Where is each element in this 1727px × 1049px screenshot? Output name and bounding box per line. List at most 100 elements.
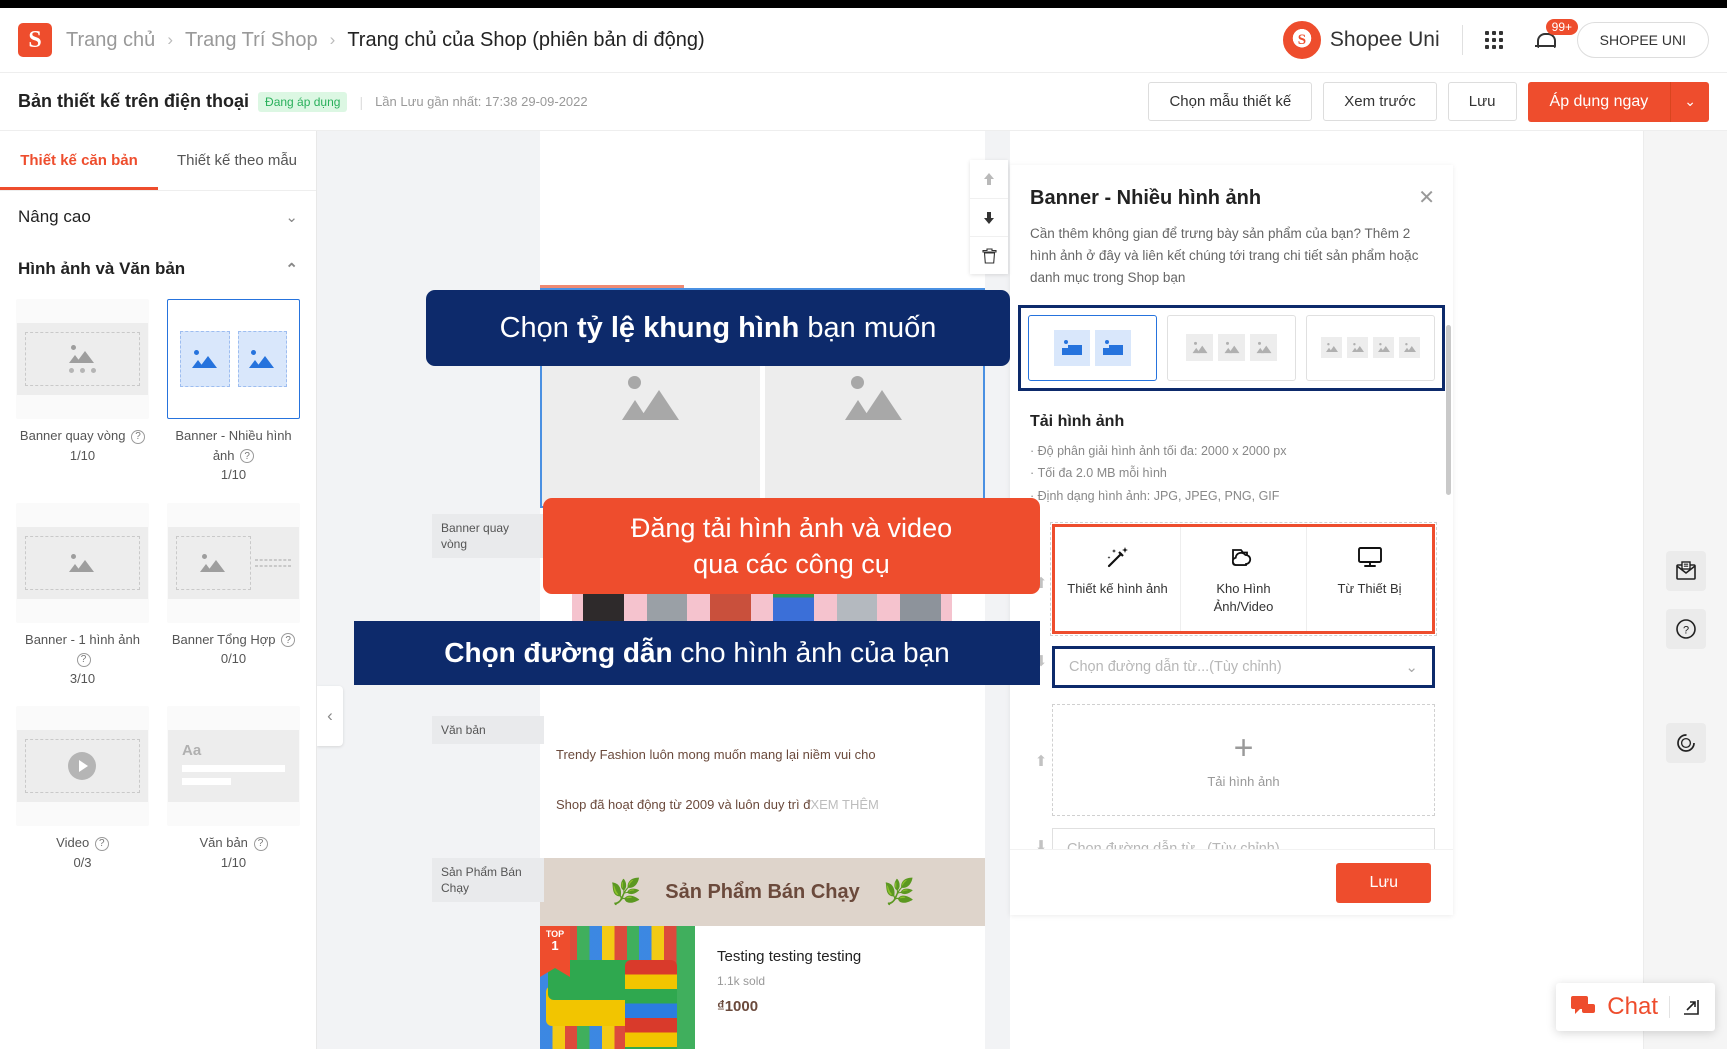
save-button[interactable]: Lưu (1447, 82, 1517, 121)
left-sidebar: Thiết kế căn bản Thiết kế theo mẫu Nâng … (0, 131, 317, 1049)
breadcrumb-item-home[interactable]: Trang chủ (66, 29, 155, 52)
sidebar-section-images-text[interactable]: Hình ảnh và Văn bản ⌃ (0, 243, 316, 295)
upload-requirements: · Độ phân giải hình ảnh tối đa: 2000 x 2… (1010, 431, 1453, 508)
chat-divider (1669, 996, 1670, 1018)
svg-text:?: ? (1683, 625, 1689, 637)
ratio-option-3-images[interactable] (1167, 314, 1296, 381)
choose-template-button[interactable]: Chọn mẫu thiết kế (1148, 82, 1313, 121)
image-placeholder-icon (1373, 337, 1394, 359)
top-black-strip (0, 0, 1727, 8)
upload-tools-card: Thiết kế hình ảnh Kho Hình Ảnh/Video Từ … (1050, 521, 1437, 636)
arrow-up-icon[interactable] (970, 160, 1008, 198)
section-label-carousel[interactable]: Banner quay vòng (432, 514, 544, 559)
laurel-right-icon: 🌿 (883, 877, 915, 906)
widget-label: Banner Tổng Hợp ? 0/10 (167, 630, 300, 669)
tool-design-image[interactable]: Thiết kế hình ảnh (1055, 527, 1180, 631)
image-dropzone[interactable]: + Tải hình ảnh (1052, 703, 1435, 816)
tool-media-library[interactable]: Kho Hình Ảnh/Video (1180, 526, 1306, 631)
widget-count: 1/10 (69, 447, 96, 463)
panel-save-button[interactable]: Lưu (1336, 862, 1431, 903)
widget-card-multi-image-banner[interactable]: Banner - Nhiều hình ảnh ? 1/10 (167, 299, 300, 485)
image-placeholder-icon (1347, 337, 1368, 359)
help-icon[interactable]: ? (281, 633, 296, 648)
chevron-left-icon[interactable]: ‹ (317, 686, 343, 746)
widget-card-combo-banner[interactable]: Banner Tổng Hợp ? 0/10 (167, 502, 300, 689)
product-image: TOP 1 (540, 926, 695, 1049)
upload-heading: Tải hình ảnh (1030, 412, 1125, 430)
callout-aspect-ratio: Chọn tỷ lệ khung hình bạn muốn (426, 290, 1010, 366)
callout-choose-link: Chọn đường dẫn cho hình ảnh của bạn (354, 621, 1040, 685)
shopee-logo-icon[interactable]: S (18, 23, 52, 57)
image-placeholder-icon (1186, 334, 1213, 362)
toolbar-divider: | (359, 93, 364, 110)
trash-icon[interactable] (970, 236, 1008, 274)
plus-icon: + (1233, 728, 1254, 767)
tool-from-device[interactable]: Từ Thiết Bị (1306, 526, 1432, 631)
section-label-text[interactable]: Văn bản (432, 716, 544, 745)
ratio-option-2-images[interactable] (1028, 314, 1157, 381)
help-icon[interactable]: ? (253, 836, 268, 851)
text-sample: Aa (182, 742, 202, 759)
apps-grid-icon[interactable] (1484, 31, 1503, 49)
toolbar-actions: Chọn mẫu thiết kế Xem trước Lưu Áp dụng … (1148, 81, 1709, 122)
widget-label: Banner - Nhiều hình ảnh ? 1/10 (167, 426, 300, 485)
widget-name: Văn bản (199, 835, 248, 850)
image-placeholder-icon (1399, 337, 1420, 359)
sidebar-section-advanced[interactable]: Nâng cao ⌄ (0, 191, 316, 243)
widget-card-single-image-banner[interactable]: Banner - 1 hình ảnh ? 3/10 (16, 502, 149, 689)
help-icon[interactable]: ? (76, 652, 91, 667)
notification-bell[interactable]: 99+ (1534, 19, 1578, 51)
apply-now-button[interactable]: Áp dụng ngay (1527, 81, 1671, 122)
ratio-option-4-images[interactable] (1306, 314, 1435, 381)
tab-basic-design[interactable]: Thiết kế căn bản (0, 131, 158, 190)
support-button[interactable] (1666, 723, 1706, 763)
help-icon[interactable]: ? (94, 836, 109, 851)
arrow-up-icon[interactable]: ⬆ (1032, 752, 1050, 770)
widget-card-video[interactable]: Video ? 0/3 (16, 706, 149, 872)
image-placeholder-icon (200, 553, 226, 572)
account-button[interactable]: SHOPEE UNI (1576, 22, 1709, 58)
placeholder-frame (237, 331, 287, 387)
canvas-text-block[interactable]: Trendy Fashion luôn mong muốn mang lại n… (540, 731, 985, 830)
help-icon[interactable]: ? (240, 449, 255, 464)
widget-count: 0/10 (220, 651, 247, 666)
read-more-link[interactable]: XEM THÊM (810, 797, 878, 812)
help-icon[interactable]: ? (131, 429, 146, 444)
chat-widget[interactable]: Chat (1556, 983, 1715, 1031)
upload-tools-row: Thiết kế hình ảnh Kho Hình Ảnh/Video Từ … (1055, 526, 1432, 631)
widget-card-carousel-banner[interactable]: Banner quay vòng ? 1/10 (16, 299, 149, 485)
image-placeholder-icon (249, 350, 275, 368)
last-saved-text: Lần Lưu gần nhất: 17:38 29-09-2022 (375, 94, 588, 109)
section-label-best-seller[interactable]: Sản Phẩm Bán Chạy (432, 858, 544, 903)
preview-button[interactable]: Xem trước (1323, 82, 1437, 121)
help-button[interactable]: ? (1666, 609, 1706, 649)
dropzone-label: Tải hình ảnh (1207, 773, 1280, 789)
arrow-down-icon[interactable] (970, 198, 1008, 236)
link-select-1[interactable]: Chọn đường dẫn từ...(Tùy chỉnh) ⌄ (1052, 645, 1435, 688)
banner-settings-panel: Banner - Nhiều hình ảnh ✕ Cần thêm không… (1010, 165, 1453, 915)
breadcrumb-item-decorate[interactable]: Trang Trí Shop (185, 29, 318, 52)
apply-group: Áp dụng ngay ⌄ (1527, 81, 1709, 122)
laurel-left-icon: 🌿 (610, 877, 642, 906)
placeholder-frame (24, 332, 141, 386)
header-right-group: Shopee Uni 99+ SHOPEE UNI (1282, 19, 1709, 59)
feedback-button[interactable] (1666, 551, 1706, 591)
shopee-uni-logo-icon (1282, 21, 1321, 59)
chevron-down-icon[interactable]: ⌄ (1670, 81, 1709, 122)
widget-card-text[interactable]: Aa Văn bản ? 1/10 (167, 706, 300, 872)
widget-name: Video (56, 835, 90, 850)
shopee-uni-label[interactable]: Shopee Uni (1330, 28, 1440, 52)
image-placeholder-icon (1095, 329, 1131, 366)
panel-scrollbar[interactable] (1446, 325, 1451, 495)
close-icon[interactable]: ✕ (1418, 185, 1435, 210)
tab-template-design[interactable]: Thiết kế theo mẫu (158, 131, 316, 190)
lego-tower (625, 960, 677, 1049)
widget-label: Banner - 1 hình ảnh ? 3/10 (16, 630, 149, 689)
requirement-item: · Tối đa 2.0 MB mỗi hình (1030, 466, 1167, 481)
design-toolbar: Bản thiết kế trên điện thoại Đang áp dụn… (0, 73, 1727, 131)
product-card[interactable]: TOP 1 Testing testing testing 1.1k sold … (540, 926, 985, 1049)
right-rail: ? (1643, 131, 1727, 1049)
panel-header: Banner - Nhiều hình ảnh ✕ Cần thêm không… (1010, 165, 1453, 289)
chevron-up-icon: ⌃ (285, 261, 298, 278)
widget-thumb (167, 299, 300, 419)
